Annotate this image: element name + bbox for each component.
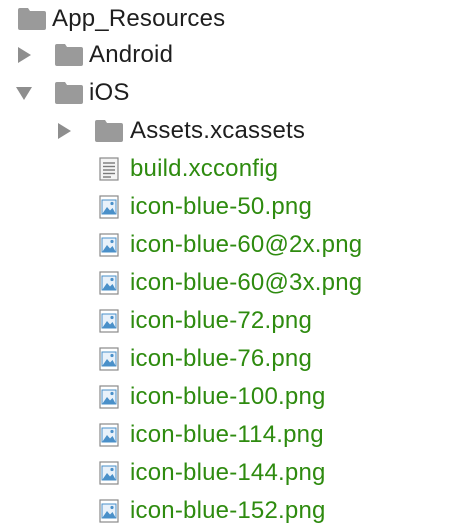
tree-file-png[interactable]: icon-blue-50.png — [0, 188, 472, 226]
image-file-icon — [99, 385, 119, 409]
tree-node-assets-xcassets[interactable]: Assets.xcassets — [0, 112, 472, 150]
tree-file-label: icon-blue-152.png — [130, 497, 326, 524]
folder-icon — [95, 120, 123, 142]
folder-icon — [55, 82, 83, 104]
folder-icon — [18, 8, 46, 30]
image-file-icon — [99, 271, 119, 295]
tree-file-label: icon-blue-100.png — [130, 383, 326, 410]
image-file-icon — [99, 233, 119, 257]
tree-file-label: icon-blue-50.png — [130, 193, 312, 220]
tree-node-label: Assets.xcassets — [130, 117, 306, 144]
tree-file-label: build.xcconfig — [130, 155, 279, 182]
tree-file-png[interactable]: icon-blue-60@3x.png — [0, 264, 472, 302]
tree-node-android[interactable]: Android — [0, 36, 472, 74]
image-file-icon — [99, 423, 119, 447]
project-file-tree: App_Resources Android iOS Assets.xcasset… — [0, 0, 472, 532]
tree-node-app-resources[interactable]: App_Resources — [0, 0, 472, 38]
tree-file-label: icon-blue-60@3x.png — [130, 269, 363, 296]
tree-file-build-xcconfig[interactable]: build.xcconfig — [0, 150, 472, 188]
tree-file-label: icon-blue-114.png — [130, 421, 324, 448]
expand-arrow-icon[interactable] — [58, 123, 71, 139]
tree-file-png[interactable]: icon-blue-152.png — [0, 492, 472, 530]
tree-file-png[interactable]: icon-blue-144.png — [0, 454, 472, 492]
tree-file-label: icon-blue-144.png — [130, 459, 326, 486]
collapse-arrow-icon[interactable] — [16, 87, 32, 100]
tree-file-label: icon-blue-76.png — [130, 345, 312, 372]
image-file-icon — [99, 461, 119, 485]
image-file-icon — [99, 309, 119, 333]
image-file-icon — [99, 347, 119, 371]
tree-file-png[interactable]: icon-blue-76.png — [0, 340, 472, 378]
tree-file-png[interactable]: icon-blue-100.png — [0, 378, 472, 416]
tree-file-png[interactable]: icon-blue-114.png — [0, 416, 472, 454]
folder-icon — [55, 44, 83, 66]
tree-file-label: icon-blue-72.png — [130, 307, 312, 334]
tree-node-label: App_Resources — [52, 5, 226, 32]
tree-node-label: iOS — [89, 79, 130, 106]
tree-node-label: Android — [89, 41, 174, 68]
tree-file-png[interactable]: icon-blue-60@2x.png — [0, 226, 472, 264]
tree-node-ios[interactable]: iOS — [0, 74, 472, 112]
tree-file-label: icon-blue-60@2x.png — [130, 231, 363, 258]
text-file-icon — [99, 157, 119, 181]
image-file-icon — [99, 499, 119, 523]
image-file-icon — [99, 195, 119, 219]
tree-file-png[interactable]: icon-blue-72.png — [0, 302, 472, 340]
expand-arrow-icon[interactable] — [18, 47, 31, 63]
